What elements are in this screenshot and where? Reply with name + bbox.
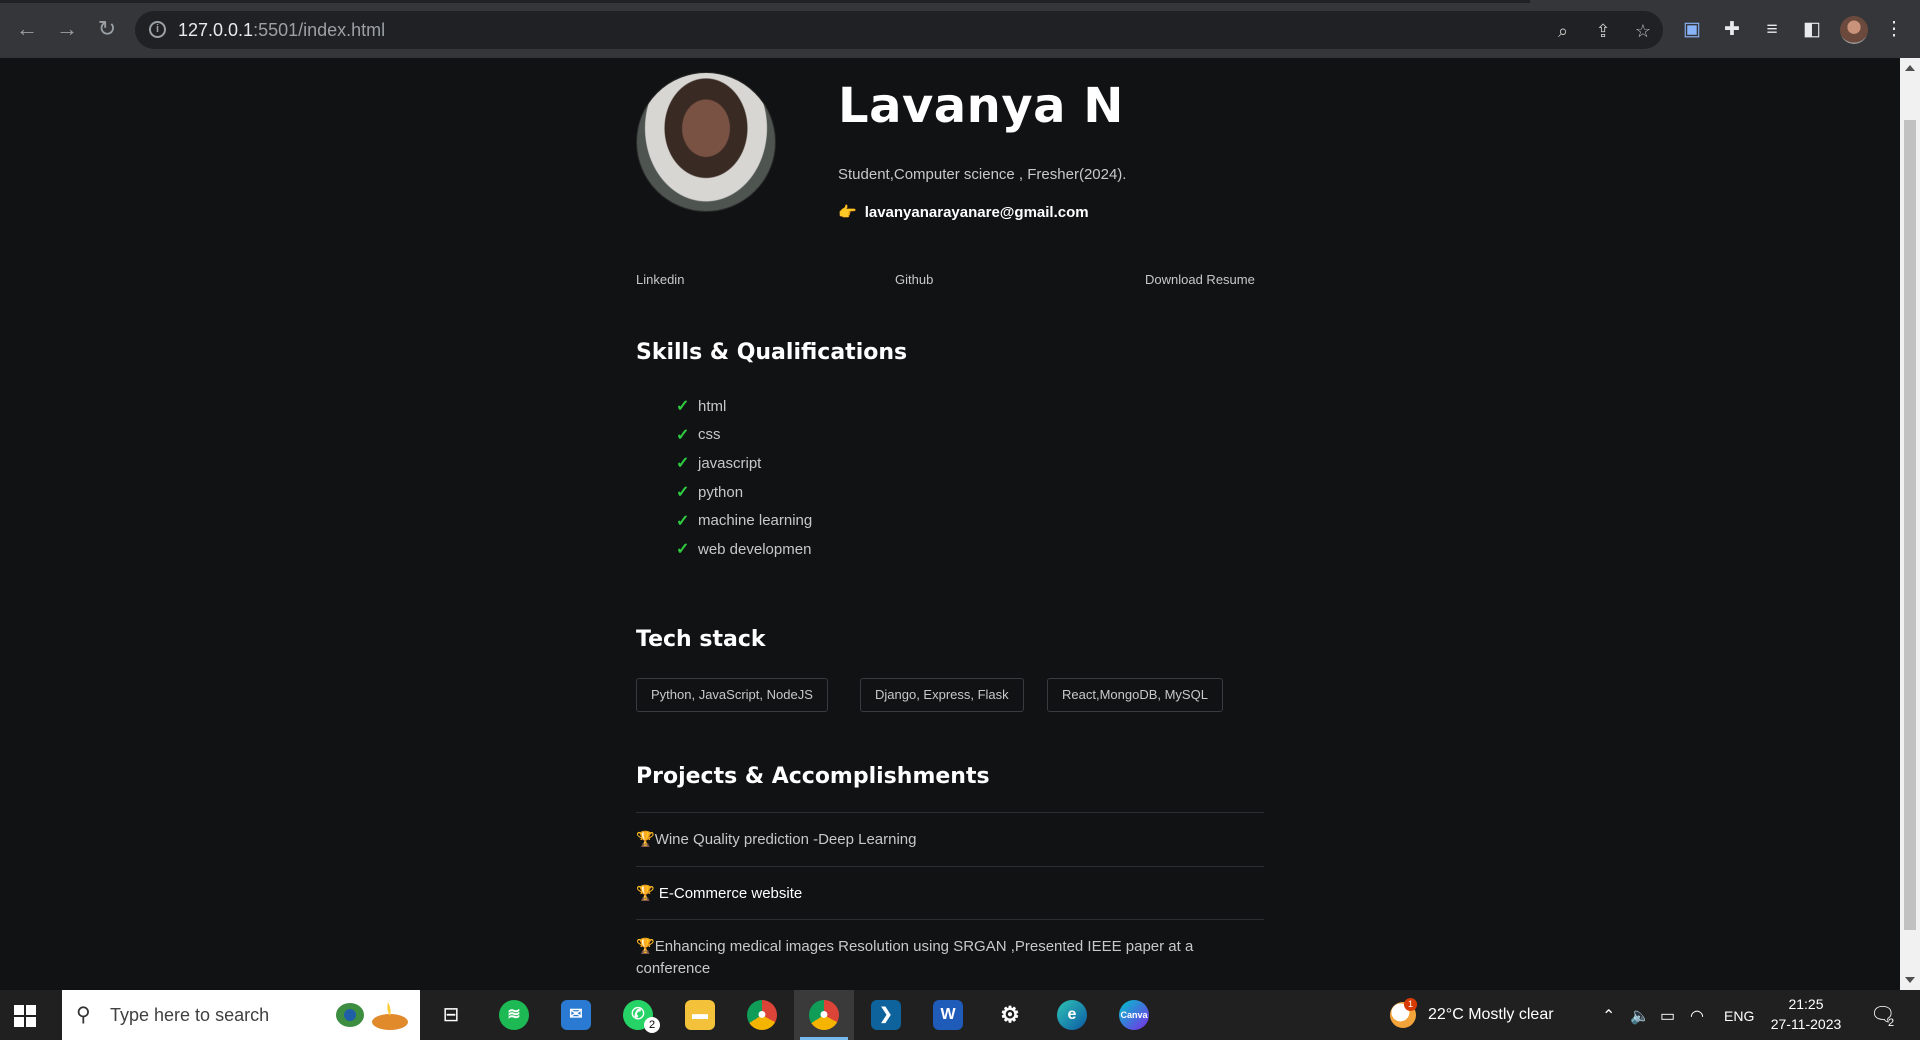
- notification-badge: 2: [1887, 1017, 1895, 1029]
- check-icon: ✓: [676, 484, 690, 502]
- vscode-icon[interactable]: ❯: [871, 1000, 901, 1030]
- list-item: 🏆Wine Quality prediction -Deep Learning: [636, 812, 1264, 851]
- skill-label: css: [698, 426, 721, 444]
- wifi-icon[interactable]: ◠: [1690, 1006, 1704, 1026]
- media-queue-icon[interactable]: ≡: [1760, 18, 1784, 42]
- weather-text[interactable]: 22°C Mostly clear: [1428, 1006, 1554, 1024]
- reload-icon[interactable]: ↻: [95, 17, 119, 41]
- tagline: Student,Computer science , Fresher(2024)…: [838, 166, 1127, 183]
- scroll-up-icon[interactable]: [1905, 65, 1915, 71]
- web-page: Lavanya N Student,Computer science , Fre…: [0, 58, 1900, 990]
- chevron-up-icon[interactable]: ⌃: [1602, 1006, 1615, 1026]
- projects-heading: Projects & Accomplishments: [636, 764, 990, 789]
- back-icon[interactable]: ←: [15, 17, 39, 41]
- social-links: Linkedin Github Download Resume: [636, 272, 1264, 292]
- url-text[interactable]: 127.0.0.1:5501/index.html: [178, 20, 385, 41]
- clock-date: 27-11-2023: [1770, 1016, 1842, 1032]
- list-item: ✓ css: [676, 421, 812, 450]
- scrollbar-thumb[interactable]: [1904, 120, 1916, 930]
- search-icon: ⚲: [76, 1004, 91, 1026]
- trophy-icon: 🏆: [636, 938, 655, 955]
- browser-toolbar: ← → ↻ i 127.0.0.1:5501/index.html ⌕ ⇪ ☆ …: [0, 0, 1920, 58]
- profile-photo: [636, 72, 776, 212]
- language-indicator[interactable]: ENG: [1724, 1008, 1754, 1024]
- bookmark-star-icon[interactable]: ☆: [1632, 20, 1654, 42]
- search-highlight-icon: [336, 1002, 408, 1030]
- windows-start-icon[interactable]: [14, 1005, 36, 1027]
- list-item: ✓ web developmen: [676, 535, 812, 564]
- list-item: 🏆 E-Commerce website: [636, 866, 1264, 905]
- email-link[interactable]: lavanyanarayanare@gmail.com: [865, 204, 1089, 221]
- github-link[interactable]: Github: [895, 272, 933, 287]
- share-icon[interactable]: ⇪: [1592, 20, 1614, 42]
- linkedin-link[interactable]: Linkedin: [636, 272, 684, 287]
- check-icon: ✓: [676, 455, 690, 473]
- screen-capture-extension-icon[interactable]: ▣: [1680, 18, 1704, 42]
- skill-label: machine learning: [698, 512, 813, 530]
- menu-kebab-icon[interactable]: ⋮: [1882, 18, 1906, 42]
- extensions-puzzle-icon[interactable]: ✚: [1720, 18, 1744, 42]
- page-title: Lavanya N: [838, 78, 1124, 134]
- system-clock[interactable]: 21:25 27-11-2023: [1766, 994, 1846, 1034]
- battery-icon[interactable]: ▭: [1660, 1006, 1675, 1026]
- task-view-icon[interactable]: ⊟: [436, 1000, 466, 1030]
- taskbar-search[interactable]: ⚲ Type here to search: [62, 990, 420, 1040]
- forward-icon[interactable]: →: [55, 17, 79, 41]
- canva-icon[interactable]: Canva: [1119, 1000, 1149, 1030]
- skill-label: javascript: [698, 454, 762, 472]
- zoom-icon[interactable]: ⌕: [1552, 20, 1574, 42]
- url-host: 127.0.0.1: [178, 20, 254, 40]
- check-icon: ✓: [676, 398, 690, 416]
- weather-badge: 1: [1404, 998, 1417, 1011]
- project-title: E-Commerce website: [658, 885, 803, 902]
- trophy-icon: 🏆: [636, 831, 655, 848]
- chrome-icon[interactable]: ●: [809, 1000, 839, 1030]
- speaker-icon[interactable]: 🔈: [1630, 1006, 1650, 1026]
- page-scrollbar[interactable]: [1900, 58, 1920, 990]
- mail-icon[interactable]: ✉: [561, 1000, 591, 1030]
- trophy-icon: 🏆: [636, 885, 659, 902]
- tech-chip[interactable]: Django, Express, Flask: [860, 678, 1024, 712]
- list-item: ✓ javascript: [676, 449, 812, 478]
- pointing-hand-icon: 👉: [838, 204, 857, 221]
- email-row: 👉 lavanyanarayanare@gmail.com: [838, 203, 1089, 221]
- tech-chip[interactable]: React,MongoDB, MySQL: [1047, 678, 1223, 712]
- project-title: Wine Quality prediction -Deep Learning: [654, 831, 917, 848]
- site-info-icon[interactable]: i: [149, 21, 166, 38]
- list-item: ✓ machine learning: [676, 506, 812, 535]
- download-resume-link[interactable]: Download Resume: [1145, 272, 1255, 287]
- skill-label: web developmen: [698, 540, 812, 558]
- skill-label: html: [698, 397, 727, 415]
- tab-strip: [0, 0, 1530, 3]
- edge-icon[interactable]: e: [1057, 1000, 1087, 1030]
- clock-time: 21:25: [1788, 996, 1824, 1012]
- tech-chip[interactable]: Python, JavaScript, NodeJS: [636, 678, 828, 712]
- file-explorer-icon[interactable]: ▬: [685, 1000, 715, 1030]
- whatsapp-badge: 2: [644, 1017, 660, 1033]
- url-path: :5501/index.html: [253, 20, 386, 40]
- profile-avatar[interactable]: [1840, 16, 1868, 44]
- chrome-icon[interactable]: ●: [747, 1000, 777, 1030]
- list-item: ✓ python: [676, 478, 812, 507]
- project-title: Enhancing medical images Resolution usin…: [636, 938, 1194, 977]
- address-bar[interactable]: i 127.0.0.1:5501/index.html ⌕ ⇪ ☆: [135, 11, 1663, 49]
- search-placeholder: Type here to search: [110, 1005, 270, 1025]
- taskbar: ⚲ Type here to search ⊟ ≋ ✉ ✆ 2 ▬ ● ● ❯ …: [0, 990, 1920, 1040]
- check-icon: ✓: [676, 512, 690, 530]
- spotify-icon[interactable]: ≋: [499, 1000, 529, 1030]
- scroll-down-icon[interactable]: [1905, 977, 1915, 983]
- skills-heading: Skills & Qualifications: [636, 340, 908, 365]
- list-item: ✓ html: [676, 392, 812, 421]
- skills-list: ✓ html ✓ css ✓ javascript ✓ python ✓ machine …: [676, 392, 812, 564]
- check-icon: ✓: [676, 426, 690, 444]
- side-panel-icon[interactable]: ◧: [1800, 18, 1824, 42]
- word-icon[interactable]: W: [933, 1000, 963, 1030]
- list-item: 🏆Enhancing medical images Resolution usi…: [636, 919, 1264, 980]
- tech-stack-heading: Tech stack: [636, 627, 766, 652]
- skill-label: python: [698, 483, 744, 501]
- check-icon: ✓: [676, 541, 690, 559]
- settings-gear-icon[interactable]: ⚙: [995, 1000, 1025, 1030]
